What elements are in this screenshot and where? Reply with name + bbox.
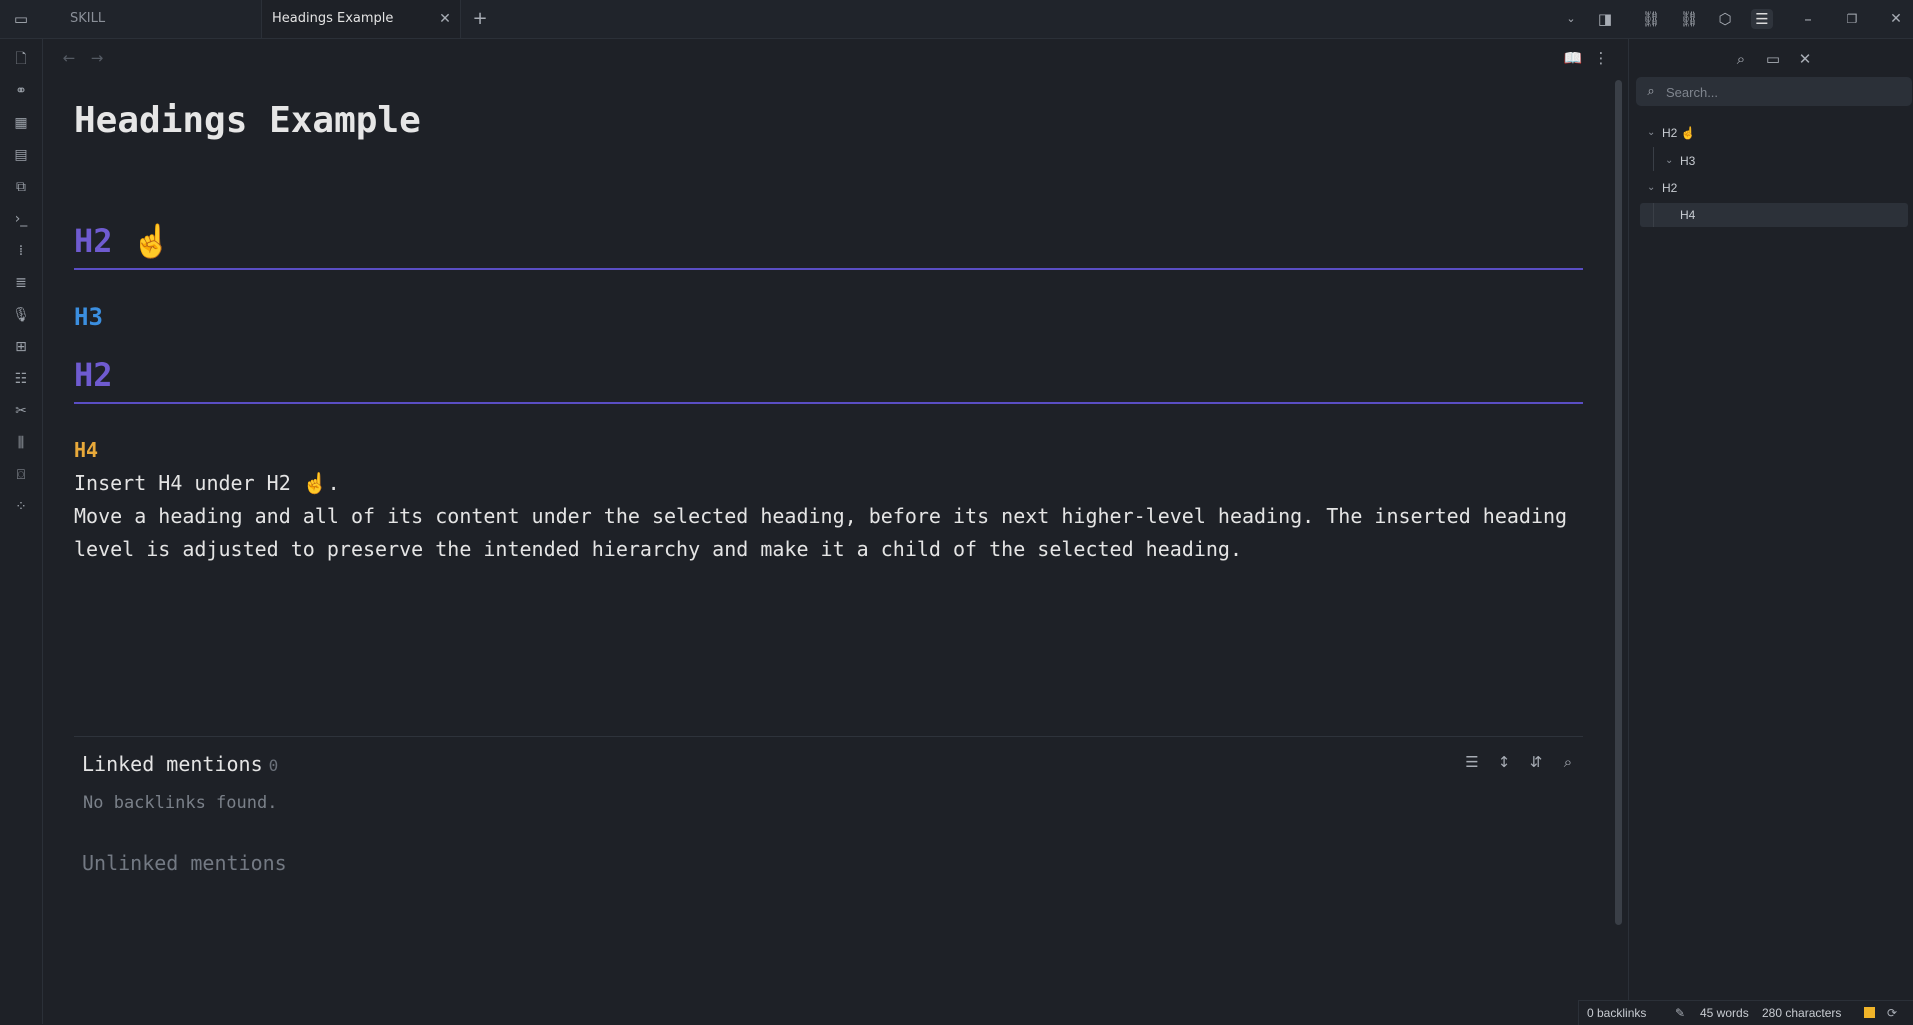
heading-underline: [74, 268, 1583, 270]
no-backlinks-text: No backlinks found.: [83, 793, 278, 813]
microphone-icon[interactable]: 🎙: [10, 304, 32, 326]
search-icon[interactable]: ⌕: [1557, 752, 1579, 772]
copy-icon[interactable]: ⧉: [10, 176, 32, 198]
outline-icon[interactable]: ☰: [1751, 9, 1773, 29]
kanban-icon[interactable]: ⫼: [10, 432, 32, 454]
left-ribbon: 🗋 ⚭ ▦ ▤ ⧉ ›_ ⁞ ≣ 🎙 ⊞ ☷ ✂ ⫼ ⌼ ⁘: [0, 39, 43, 1024]
blocks-icon[interactable]: ⁘: [10, 496, 32, 518]
toggle-view-icon[interactable]: ▭: [1762, 49, 1784, 69]
back-arrow-icon[interactable]: ←: [58, 48, 80, 68]
outline-search-input[interactable]: [1664, 77, 1908, 108]
list-view-icon[interactable]: ☰: [1461, 752, 1483, 772]
sort-icon[interactable]: ⇵: [1525, 752, 1547, 772]
new-note-icon[interactable]: 🗋: [10, 48, 32, 70]
heading-h2-first[interactable]: H2 ☝️: [74, 222, 172, 260]
linked-mentions-header[interactable]: Linked mentions 0: [82, 752, 278, 776]
editor-scrollbar[interactable]: [1615, 80, 1622, 925]
search-icon: ⌕: [1647, 84, 1655, 99]
tab-label: Headings Example: [272, 11, 394, 26]
list-plus-icon[interactable]: ≣: [10, 272, 32, 294]
checklist-icon[interactable]: ☷: [10, 368, 32, 390]
note-paragraph[interactable]: Move a heading and all of its content un…: [74, 500, 1594, 566]
unlinked-mentions-header[interactable]: Unlinked mentions: [82, 851, 287, 875]
search-icon[interactable]: ⌕: [1730, 49, 1752, 69]
outline-item-h3[interactable]: H3: [1680, 149, 1695, 173]
expand-icon[interactable]: ↕: [1493, 752, 1515, 772]
chevron-down-icon[interactable]: ⌄: [1665, 149, 1673, 173]
tab-skill[interactable]: SKILL: [60, 0, 260, 38]
character-count: 280 characters: [1762, 1006, 1842, 1020]
outline-guide: [1653, 147, 1654, 171]
status-bar: 0 backlinks ✎ 45 words 280 characters ⟳: [1578, 1000, 1913, 1025]
more-options-icon[interactable]: ⋮: [1590, 48, 1612, 68]
outline-item-h2[interactable]: H2: [1662, 176, 1677, 200]
heading-h2-second[interactable]: H2: [74, 356, 113, 394]
linked-mentions-title: Linked mentions: [82, 752, 263, 776]
heading-underline: [74, 402, 1583, 404]
new-tab-icon[interactable]: +: [469, 9, 491, 29]
binary-icon[interactable]: ⁞: [10, 240, 32, 262]
collapse-all-icon[interactable]: ✕: [1794, 49, 1816, 69]
tools-icon[interactable]: ✂: [10, 400, 32, 422]
minimize-icon[interactable]: –: [1797, 9, 1819, 29]
outline-item-h4[interactable]: H4: [1680, 203, 1695, 227]
graph-view-icon[interactable]: ⚭: [10, 80, 32, 102]
chevron-down-icon[interactable]: ⌄: [1560, 9, 1582, 29]
sync-icon[interactable]: ⟳: [1887, 1001, 1897, 1025]
heading-h4[interactable]: H4: [74, 438, 98, 462]
sidebar-toggle-icon[interactable]: ▭: [10, 9, 32, 29]
outline-item-h2[interactable]: H2 ☝: [1662, 121, 1696, 145]
forward-arrow-icon[interactable]: →: [86, 48, 108, 68]
backlinks-count[interactable]: 0 backlinks: [1587, 1001, 1646, 1025]
outline-guide: [1653, 203, 1654, 227]
note-title[interactable]: Headings Example: [74, 100, 421, 141]
calendar-icon[interactable]: ▤: [10, 144, 32, 166]
link-add-icon[interactable]: ⛓: [1678, 9, 1700, 29]
close-tab-icon[interactable]: ✕: [434, 9, 456, 29]
layout-icon[interactable]: ⊞: [10, 336, 32, 358]
scan-icon[interactable]: ⌼: [10, 464, 32, 486]
reading-view-icon[interactable]: 📖: [1562, 48, 1584, 68]
tab-headings-example[interactable]: Headings Example ✕: [261, 0, 461, 38]
note-line-insert[interactable]: Insert H4 under H2 ☝️.: [74, 467, 1594, 500]
word-count: 45 words: [1700, 1006, 1749, 1020]
backlinks-divider: [74, 736, 1583, 737]
title-bar: ▭ SKILL Headings Example ✕ + ⌄ ◨ ⛓ ⛓ ⬡ ☰…: [0, 0, 1913, 39]
restore-icon[interactable]: ❐: [1841, 9, 1863, 29]
right-sidebar-toggle-icon[interactable]: ◨: [1594, 9, 1616, 29]
outline-search-box: ⌕: [1636, 77, 1912, 108]
status-indicator[interactable]: [1864, 1007, 1875, 1018]
link-icon[interactable]: ⛓: [1640, 9, 1662, 29]
tag-icon[interactable]: ⬡: [1714, 9, 1736, 29]
canvas-icon[interactable]: ▦: [10, 112, 32, 134]
chevron-down-icon[interactable]: ⌄: [1647, 176, 1655, 200]
heading-h3[interactable]: H3: [74, 303, 103, 331]
terminal-icon[interactable]: ›_: [10, 208, 32, 230]
close-window-icon[interactable]: ✕: [1885, 9, 1907, 29]
linked-mentions-count: 0: [268, 756, 279, 775]
edit-icon[interactable]: ✎: [1675, 1001, 1685, 1025]
chevron-down-icon[interactable]: ⌄: [1647, 121, 1655, 145]
tab-label: SKILL: [70, 11, 106, 26]
